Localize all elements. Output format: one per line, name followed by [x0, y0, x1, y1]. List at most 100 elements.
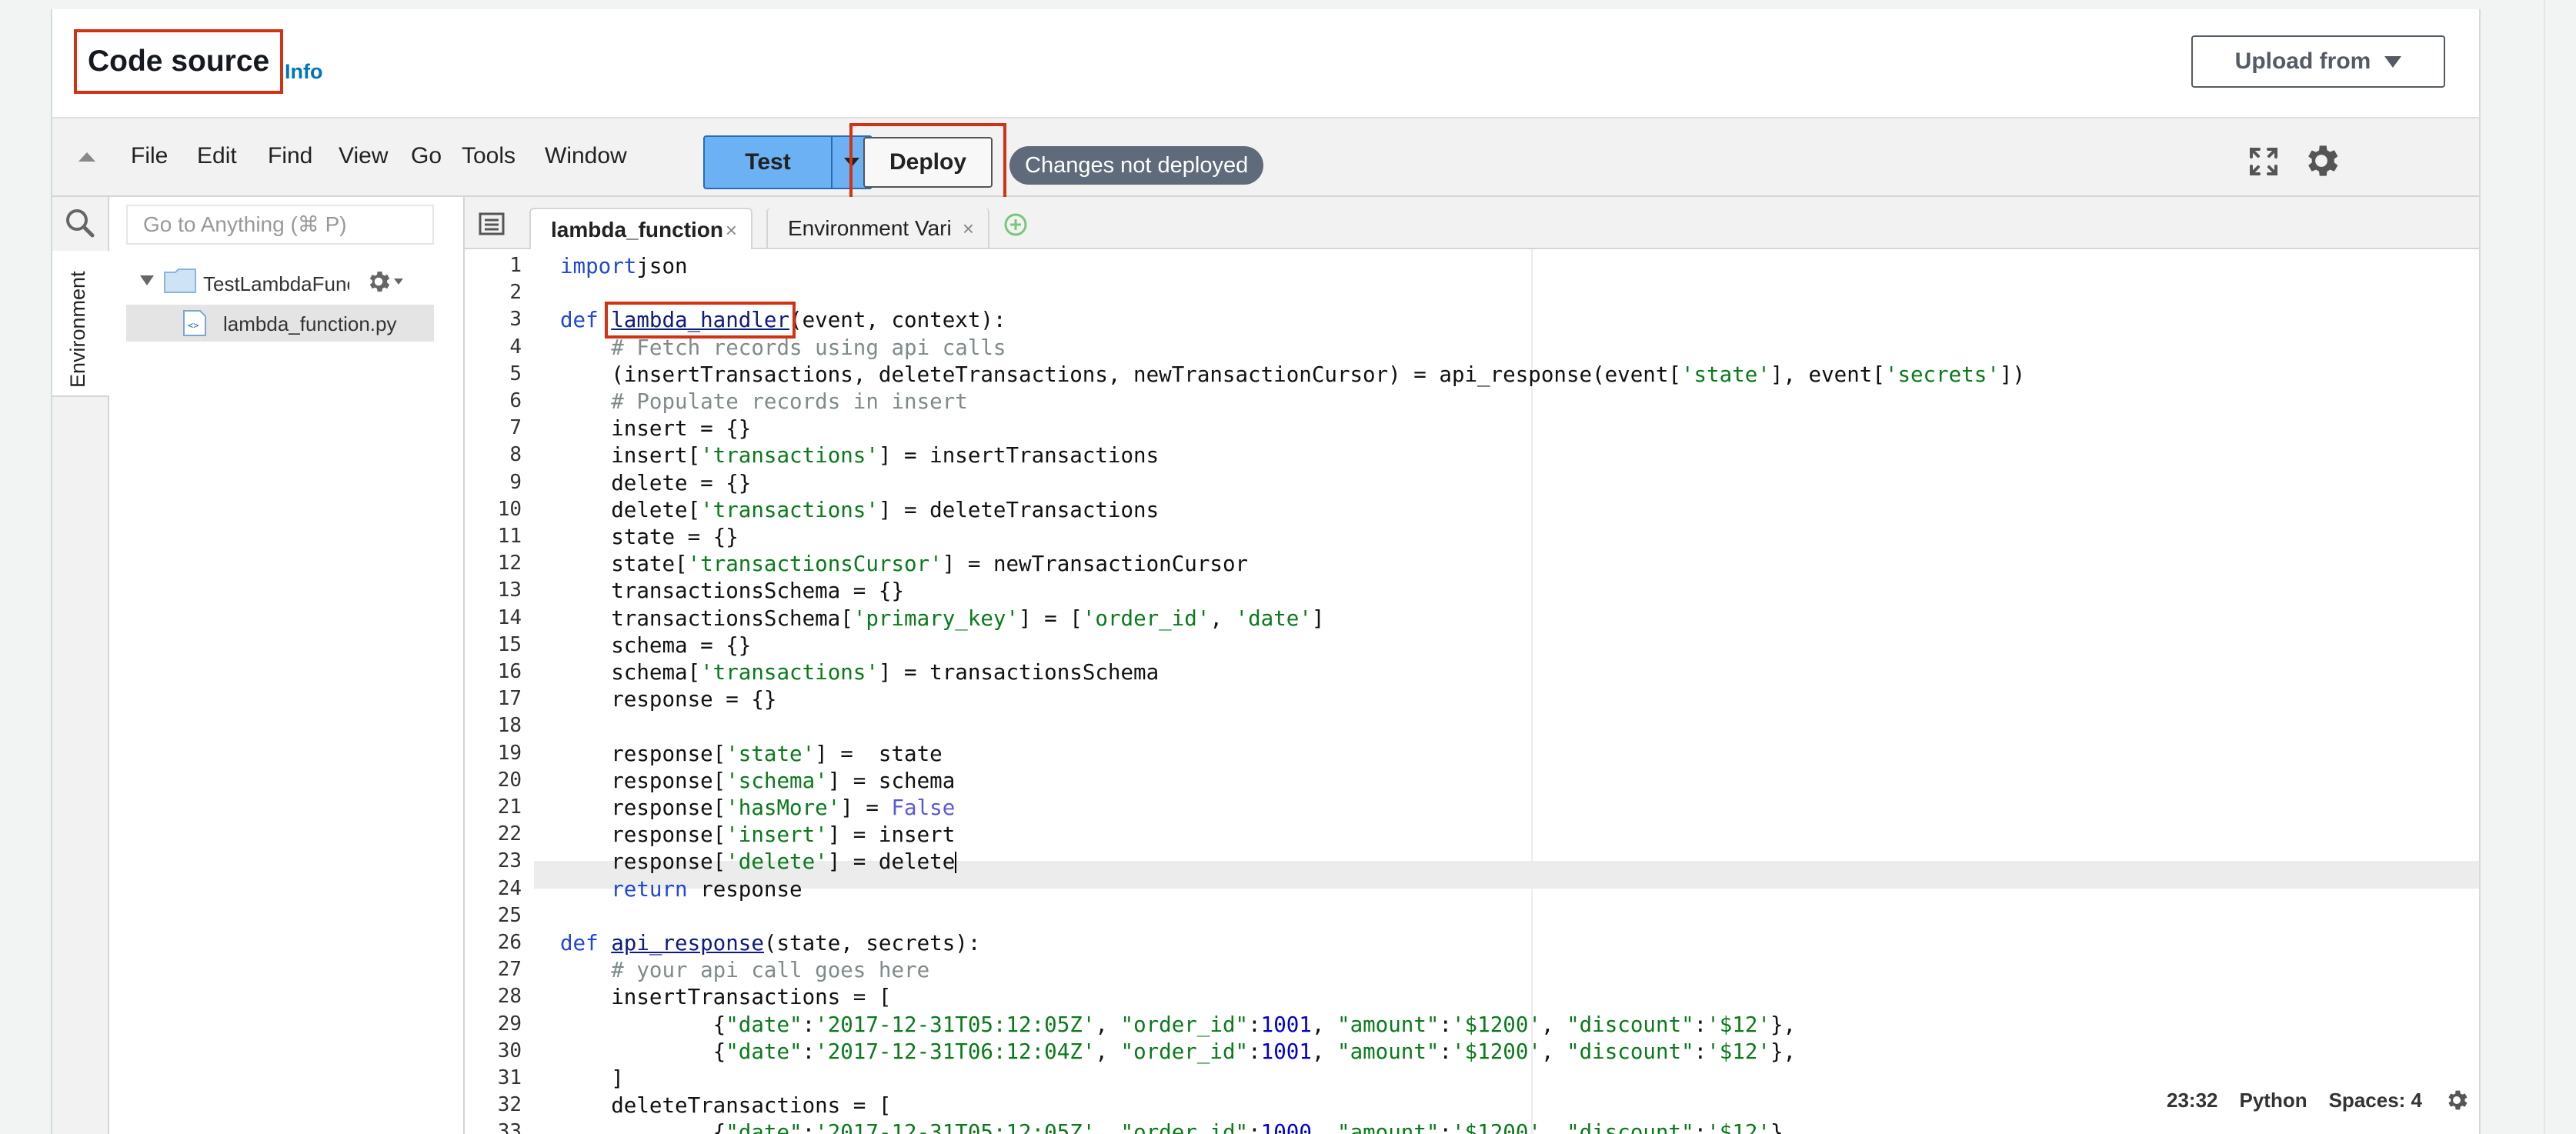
code-line[interactable]: insert['transactions'] = insertTransacti… [560, 443, 1159, 468]
code-token: : [802, 1039, 816, 1064]
code-line[interactable]: insert = {} [560, 416, 751, 441]
code-editor[interactable]: 1 2 3 4 5 6 7 8 9 10 11 12 13 14 15 16 17 18 19 20 21 22 23 24 2… [465, 249, 2479, 1134]
file-row-lambda-function[interactable]: <> lambda_function.py [126, 305, 434, 342]
code-line[interactable]: transactionsSchema['primary_key'] = ['or… [560, 606, 1324, 631]
add-tab-icon[interactable] [1003, 212, 1028, 237]
tab-list-icon[interactable] [479, 212, 505, 235]
upload-from-button[interactable]: Upload from [2191, 35, 2445, 88]
search-icon[interactable] [63, 206, 97, 240]
code-line[interactable]: insertTransactions = [ [560, 985, 891, 1009]
code-token: }, [1770, 1012, 1797, 1037]
code-line[interactable]: deleteTransactions = [ [560, 1093, 891, 1118]
code-line[interactable]: # your api call goes here [560, 958, 929, 982]
cursor-position[interactable]: 23:32 [2167, 1089, 2218, 1112]
code-token: False [891, 795, 956, 820]
menu-edit[interactable]: Edit [197, 143, 237, 169]
code-line[interactable]: importjson [560, 254, 688, 278]
file-name: lambda_function.py [223, 312, 397, 335]
code-line[interactable]: state['transactionsCursor'] = newTransac… [560, 552, 1248, 576]
code-token: 'primary_key' [853, 605, 1019, 631]
code-line[interactable]: response['hasMore'] = False [560, 795, 955, 820]
indent-setting[interactable]: Spaces: 4 [2329, 1089, 2422, 1112]
code-line[interactable]: def lambda_handler(event, context): [560, 302, 1006, 339]
menu-find[interactable]: Find [268, 143, 312, 169]
code-line[interactable]: {"date":'2017-12-31T05:12:05Z', "order_i… [560, 1012, 1796, 1037]
fullscreen-icon[interactable] [2247, 145, 2281, 178]
code-token: response[ [560, 795, 726, 820]
code-token: ] = insert [827, 822, 956, 848]
code-token: : [1439, 1120, 1453, 1134]
code-line[interactable]: schema['transactions'] = transactionsSch… [560, 660, 1159, 685]
code-line[interactable]: response['delete'] = delete [560, 849, 957, 875]
page-divider [2544, 0, 2545, 1134]
menu-window[interactable]: Window [545, 143, 627, 169]
code-token: delete = {} [560, 470, 752, 495]
code-token: state[ [560, 552, 688, 577]
code-source-panel: Code source Info Upload from File Edit F… [51, 9, 2481, 1134]
code-line[interactable]: response = {} [560, 687, 776, 712]
code-token: , [1095, 1120, 1121, 1134]
code-line[interactable]: schema = {} [560, 633, 751, 658]
code-line[interactable]: # Fetch records using api calls [560, 335, 1006, 360]
code-token: , [1540, 1012, 1567, 1037]
code-line[interactable]: delete['transactions'] = deleteTransacti… [560, 498, 1159, 522]
code-token: "order_id" [1120, 1120, 1249, 1134]
code-token: , [1095, 1012, 1121, 1037]
caret-down-icon [2384, 55, 2402, 68]
line-number: 11 [497, 525, 522, 548]
code-token: ] = [ [1019, 605, 1083, 631]
code-line[interactable]: state = {} [560, 525, 739, 549]
test-button[interactable]: Test [703, 135, 833, 189]
code-token: "discount" [1567, 1120, 1694, 1134]
code-token: : [1439, 1039, 1453, 1064]
code-line[interactable]: response['schema'] = schema [560, 769, 955, 793]
code-token: return [611, 876, 688, 902]
line-number: 31 [497, 1066, 522, 1089]
code-line[interactable]: def api_response(state, secrets): [560, 931, 980, 956]
menu-file[interactable]: File [131, 143, 168, 169]
menu-view[interactable]: View [339, 143, 388, 169]
code-line[interactable]: response['insert'] = insert [560, 822, 955, 847]
code-token: insertTransactions = [ [560, 985, 892, 1010]
python-file-icon: <> [183, 310, 206, 336]
code-line[interactable]: return response [560, 877, 802, 902]
expand-arrow-icon[interactable] [140, 275, 154, 285]
close-icon[interactable]: × [726, 209, 737, 251]
status-badge: Changes not deployed [1009, 146, 1264, 185]
code-line[interactable]: # Populate records in insert [560, 389, 968, 414]
collapse-toolbar-icon[interactable] [78, 152, 95, 162]
code-token: transactionsSchema[ [560, 605, 853, 631]
tab-environment-variables[interactable]: Environment Vari × [766, 208, 989, 249]
code-line[interactable]: {"date":'2017-12-31T06:12:04Z', "order_i… [560, 1039, 1796, 1064]
code-line[interactable]: response['state'] = state [560, 742, 943, 766]
code-token: "amount" [1337, 1120, 1440, 1134]
gear-icon[interactable] [365, 268, 392, 295]
gear-icon[interactable] [2444, 1087, 2470, 1113]
code-token: insert[ [560, 443, 701, 469]
code-token: response = {} [560, 687, 777, 712]
code-line[interactable]: transactionsSchema = {} [560, 579, 904, 603]
deploy-button[interactable]: Deploy [863, 137, 993, 188]
code-line[interactable]: (insertTransactions, deleteTransactions,… [560, 362, 2025, 387]
goto-anything-input[interactable]: Go to Anything (⌘ P) [126, 205, 434, 245]
menu-tools[interactable]: Tools [462, 143, 516, 169]
code-line[interactable]: delete = {} [560, 471, 751, 495]
close-icon[interactable]: × [963, 208, 974, 249]
ide-toolbar: File Edit Find View Go Tools Window Test… [52, 117, 2479, 200]
gear-icon[interactable] [2301, 140, 2342, 182]
line-number: 16 [497, 660, 522, 683]
line-number: 26 [497, 931, 522, 954]
tab-lambda-function[interactable]: lambda_function × [529, 208, 752, 249]
code-token: { [560, 1012, 726, 1037]
code-line[interactable]: ] [560, 1066, 624, 1091]
panel-header: Code source Info Upload from [52, 9, 2479, 117]
folder-row[interactable]: TestLambdaFunctio [109, 263, 463, 302]
code-token: { [560, 1120, 726, 1134]
language-mode[interactable]: Python [2239, 1089, 2307, 1112]
line-number: 20 [497, 768, 522, 792]
menu-go[interactable]: Go [411, 143, 442, 169]
line-number: 17 [497, 687, 522, 711]
code-token: response[ [560, 849, 726, 875]
info-link[interactable]: Info [285, 60, 322, 84]
code-line[interactable]: {"date":'2017-12-31T05:12:05Z', "order_i… [560, 1120, 1796, 1134]
